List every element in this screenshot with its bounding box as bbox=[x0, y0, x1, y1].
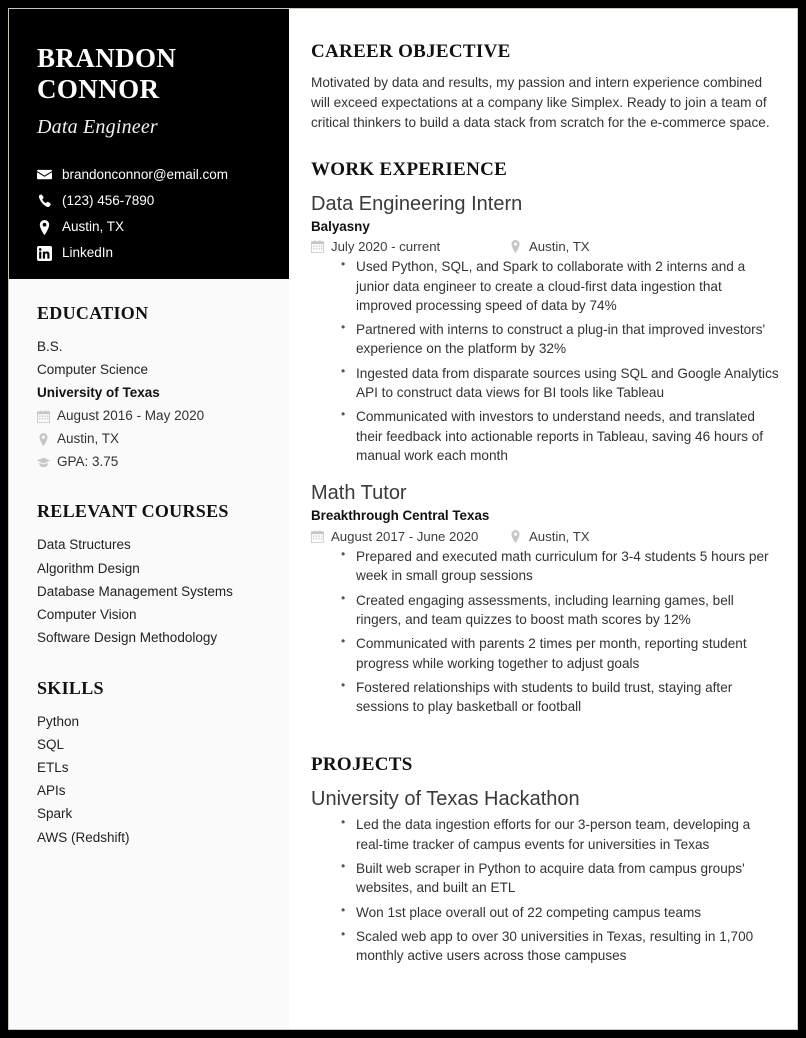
work-entry-org: Breakthrough Central Texas bbox=[311, 508, 490, 524]
map-pin-icon bbox=[509, 530, 522, 543]
education-section: EDUCATION B.S. Computer Science Universi… bbox=[37, 303, 261, 473]
work-entry-dates-text: August 2017 - June 2020 bbox=[331, 529, 479, 545]
skills-heading: SKILLS bbox=[37, 677, 104, 698]
bullet-item: Scaled web app to over 30 universities i… bbox=[341, 926, 779, 966]
linkedin-icon bbox=[37, 246, 52, 261]
projects-section: PROJECTS University of Texas Hackathon L… bbox=[311, 754, 779, 965]
bullet-item: Communicated with parents 2 times per mo… bbox=[341, 633, 779, 673]
bullet-item: Prepared and executed math curriculum fo… bbox=[341, 546, 779, 586]
envelope-icon bbox=[37, 167, 52, 182]
relevant-courses-section: RELEVANT COURSES Data Structures Algorit… bbox=[37, 501, 261, 649]
bullet-item: Built web scraper in Python to acquire d… bbox=[341, 858, 779, 898]
skill-item: Python bbox=[37, 713, 80, 729]
bullet-item: Led the data ingestion efforts for our 3… bbox=[341, 814, 779, 854]
work-entry-dates-text: July 2020 - current bbox=[331, 239, 441, 255]
bullet-item: Communicated with investors to understan… bbox=[341, 406, 779, 465]
contact-email[interactable]: brandonconnor@email.com bbox=[37, 165, 263, 185]
skill-item: Spark bbox=[37, 806, 73, 822]
bullet-item: Ingested data from disparate sources usi… bbox=[341, 363, 779, 403]
education-degree: B.S. bbox=[37, 339, 63, 354]
bullet-item: Used Python, SQL, and Spark to collabora… bbox=[341, 256, 779, 315]
contact-linkedin[interactable]: LinkedIn bbox=[37, 243, 263, 263]
relevant-courses-heading: RELEVANT COURSES bbox=[37, 501, 229, 522]
course-item: Data Structures bbox=[37, 537, 131, 553]
resume-page-frame: BRANDON CONNOR Data Engineer brandonconn… bbox=[0, 0, 806, 1038]
project-entry-bullets: Led the data ingestion efforts for our 3… bbox=[311, 814, 779, 966]
contact-phone-text: (123) 456-7890 bbox=[62, 192, 155, 208]
work-entry-meta: August 2017 - June 2020 Austin, TX bbox=[311, 529, 779, 544]
work-entry-title: Data Engineering Intern bbox=[311, 192, 523, 215]
work-entry-bullets: Used Python, SQL, and Spark to collabora… bbox=[311, 256, 779, 465]
career-objective-section: CAREER OBJECTIVE Motivated by data and r… bbox=[311, 41, 779, 133]
bullet-item: Won 1st place overall out of 22 competin… bbox=[341, 902, 779, 922]
career-objective-text: Motivated by data and results, my passio… bbox=[311, 75, 770, 130]
work-entry-location: Austin, TX bbox=[509, 239, 590, 254]
calendar-icon bbox=[311, 240, 324, 254]
skill-item: APIs bbox=[37, 783, 66, 799]
contact-location-text: Austin, TX bbox=[62, 219, 125, 235]
map-pin-icon bbox=[37, 219, 52, 235]
contact-list: brandonconnor@email.com (123) 456-7890 A… bbox=[37, 165, 263, 264]
course-item: Software Design Methodology bbox=[37, 630, 218, 646]
education-school: University of Texas bbox=[37, 385, 160, 401]
skill-item: AWS (Redshift) bbox=[37, 829, 130, 845]
education-gpa-text: GPA: 3.75 bbox=[57, 453, 119, 469]
bullet-item: Created engaging assessments, including … bbox=[341, 590, 779, 630]
course-item: Algorithm Design bbox=[37, 560, 140, 576]
work-experience-section: WORK EXPERIENCE Data Engineering Intern … bbox=[311, 159, 779, 717]
work-entry-location-text: Austin, TX bbox=[529, 239, 590, 255]
education-field: Computer Science bbox=[37, 362, 149, 378]
education-dates: August 2016 - May 2020 bbox=[37, 405, 261, 428]
education-dates-text: August 2016 - May 2020 bbox=[57, 407, 205, 423]
project-entry: University of Texas Hackathon Led the da… bbox=[311, 786, 779, 965]
career-objective-heading: CAREER OBJECTIVE bbox=[311, 41, 511, 62]
project-entry-title: University of Texas Hackathon bbox=[311, 788, 580, 811]
candidate-role: Data Engineer bbox=[37, 115, 158, 138]
education-heading: EDUCATION bbox=[37, 303, 149, 323]
work-entry-title: Math Tutor bbox=[311, 482, 407, 505]
sidebar-body: EDUCATION B.S. Computer Science Universi… bbox=[9, 279, 289, 849]
main-content: CAREER OBJECTIVE Motivated by data and r… bbox=[289, 9, 797, 1029]
course-item: Database Management Systems bbox=[37, 583, 233, 599]
education-gpa: GPA: 3.75 bbox=[37, 451, 261, 474]
work-entry-dates: July 2020 - current bbox=[311, 239, 509, 254]
work-entry-location: Austin, TX bbox=[509, 529, 590, 544]
contact-email-text: brandonconnor@email.com bbox=[62, 166, 229, 182]
work-entry-location-text: Austin, TX bbox=[529, 529, 590, 545]
sidebar-header: BRANDON CONNOR Data Engineer brandonconn… bbox=[9, 9, 289, 279]
contact-location: Austin, TX bbox=[37, 217, 263, 237]
map-pin-icon bbox=[509, 240, 522, 254]
work-entry-bullets: Prepared and executed math curriculum fo… bbox=[311, 546, 779, 717]
sidebar: BRANDON CONNOR Data Engineer brandonconn… bbox=[9, 9, 289, 1029]
education-location: Austin, TX bbox=[37, 428, 261, 451]
calendar-icon bbox=[37, 409, 50, 423]
skill-item: SQL bbox=[37, 736, 65, 752]
contact-phone[interactable]: (123) 456-7890 bbox=[37, 191, 263, 211]
resume-document: BRANDON CONNOR Data Engineer brandonconn… bbox=[8, 8, 798, 1030]
contact-linkedin-text: LinkedIn bbox=[62, 245, 114, 261]
work-entry-dates: August 2017 - June 2020 bbox=[311, 529, 509, 544]
phone-icon bbox=[37, 194, 52, 209]
work-entry-org: Balyasny bbox=[311, 218, 370, 234]
graduation-cap-icon bbox=[37, 456, 50, 469]
work-entry: Data Engineering Intern Balyasny July 20… bbox=[311, 191, 779, 466]
map-pin-icon bbox=[37, 432, 50, 446]
calendar-icon bbox=[311, 530, 324, 544]
candidate-name: BRANDON CONNOR bbox=[37, 43, 177, 105]
bullet-item: Fostered relationships with students to … bbox=[341, 677, 779, 717]
work-experience-heading: WORK EXPERIENCE bbox=[311, 158, 508, 180]
skills-section: SKILLS Python SQL ETLs APIs Spark AWS (R… bbox=[37, 678, 261, 849]
course-item: Computer Vision bbox=[37, 607, 137, 623]
projects-heading: PROJECTS bbox=[311, 754, 413, 776]
work-entry: Math Tutor Breakthrough Central Texas Au… bbox=[311, 480, 779, 716]
work-entry-meta: July 2020 - current Austin, TX bbox=[311, 239, 779, 254]
education-location-text: Austin, TX bbox=[57, 430, 120, 446]
bullet-item: Partnered with interns to construct a pl… bbox=[341, 319, 779, 359]
skill-item: ETLs bbox=[37, 760, 69, 775]
